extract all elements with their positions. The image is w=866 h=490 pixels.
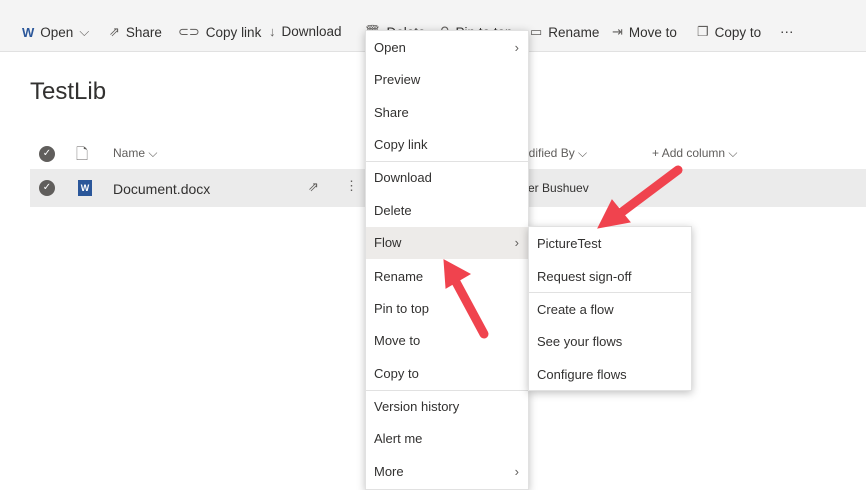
- move-icon: ⇥: [612, 24, 623, 39]
- rename-icon: ▭: [530, 24, 543, 39]
- menu-item-alert-me[interactable]: Alert me: [366, 423, 528, 455]
- menu-item-delete[interactable]: Delete: [366, 195, 528, 227]
- menu-divider: [529, 292, 691, 293]
- share-icon: ⇗: [109, 24, 120, 39]
- menu-item-flow[interactable]: Flow ›: [366, 227, 528, 259]
- flow-item-request-sign-off[interactable]: Request sign-off: [529, 261, 691, 293]
- menu-item-label: Move to: [374, 333, 421, 348]
- move-to-button[interactable]: ⇥ Move to: [612, 24, 677, 40]
- menu-item-label: Flow: [374, 235, 402, 250]
- menu-item-label: Share: [374, 105, 409, 120]
- menu-item-label: Rename: [374, 269, 424, 284]
- menu-divider: [366, 161, 528, 162]
- flow-item-configure-flows[interactable]: Configure flows: [529, 359, 691, 391]
- chevron-right-icon: ›: [514, 464, 519, 479]
- download-button[interactable]: ↓ Download: [269, 24, 342, 39]
- menu-item-copy-to[interactable]: Copy to: [366, 358, 528, 390]
- menu-item-label: Version history: [374, 399, 460, 414]
- menu-item-more[interactable]: More ›: [366, 456, 528, 488]
- menu-item-rename[interactable]: Rename: [366, 261, 528, 293]
- chevron-down-icon: ⌵: [79, 24, 90, 39]
- copy-to-button[interactable]: ❐ Copy to: [697, 24, 761, 40]
- word-icon: W: [22, 24, 35, 40]
- more-actions-icon[interactable]: ⋮: [345, 178, 358, 194]
- menu-item-label: More: [374, 464, 404, 479]
- menu-item-label: Open: [374, 40, 406, 55]
- add-column-button[interactable]: + Add column ⌵: [652, 146, 738, 161]
- share-icon[interactable]: ⇗: [308, 179, 319, 195]
- file-name-link[interactable]: Document.docx: [113, 181, 210, 197]
- flow-item-see-your-flows[interactable]: See your flows: [529, 326, 691, 358]
- menu-item-label: Delete: [374, 203, 412, 218]
- menu-item-share[interactable]: Share: [366, 97, 528, 129]
- flow-submenu: PictureTest Request sign-off Create a flow…: [528, 226, 692, 391]
- copy-icon: ❐: [697, 24, 709, 39]
- flow-item-picturetest[interactable]: PictureTest: [529, 228, 691, 260]
- more-button[interactable]: ···: [780, 24, 794, 39]
- menu-item-move-to[interactable]: Move to: [366, 325, 528, 357]
- rename-button[interactable]: ▭ Rename: [530, 24, 599, 40]
- row-checkbox[interactable]: ✓: [39, 180, 55, 196]
- flow-item-create-a-flow[interactable]: Create a flow: [529, 294, 691, 326]
- menu-item-label: Alert me: [374, 431, 423, 446]
- menu-item-label: Pin to top: [374, 301, 429, 316]
- copy-link-button[interactable]: ⊂⊃ Copy link: [178, 24, 261, 40]
- menu-item-label: Copy link: [374, 137, 428, 152]
- menu-divider: [366, 390, 528, 391]
- open-button[interactable]: W Open ⌵: [22, 24, 89, 40]
- menu-item-preview[interactable]: Preview: [366, 64, 528, 96]
- column-name[interactable]: Name ⌵: [113, 146, 157, 161]
- menu-item-label: Preview: [374, 72, 421, 87]
- page-title: TestLib: [30, 78, 107, 105]
- select-all-checkbox[interactable]: ✓: [39, 146, 55, 162]
- file-type-icon: 🗋: [76, 146, 89, 163]
- menu-item-label: Download: [374, 170, 432, 185]
- menu-item-copy-link[interactable]: Copy link: [366, 129, 528, 161]
- menu-item-version-history[interactable]: Version history: [366, 391, 528, 423]
- word-file-icon: W: [78, 180, 92, 196]
- menu-item-pin-to-top[interactable]: Pin to top: [366, 293, 528, 325]
- share-button[interactable]: ⇗ Share: [109, 24, 162, 40]
- context-menu: Open › Preview Share Copy link Download Delete…: [365, 30, 529, 490]
- menu-item-download[interactable]: Download: [366, 162, 528, 194]
- download-icon: ↓: [269, 24, 276, 39]
- menu-item-label: Copy to: [374, 366, 419, 381]
- link-icon: ⊂⊃: [178, 24, 200, 39]
- chevron-right-icon: ›: [514, 235, 519, 250]
- menu-item-open[interactable]: Open ›: [366, 32, 528, 64]
- chevron-right-icon: ›: [514, 40, 519, 55]
